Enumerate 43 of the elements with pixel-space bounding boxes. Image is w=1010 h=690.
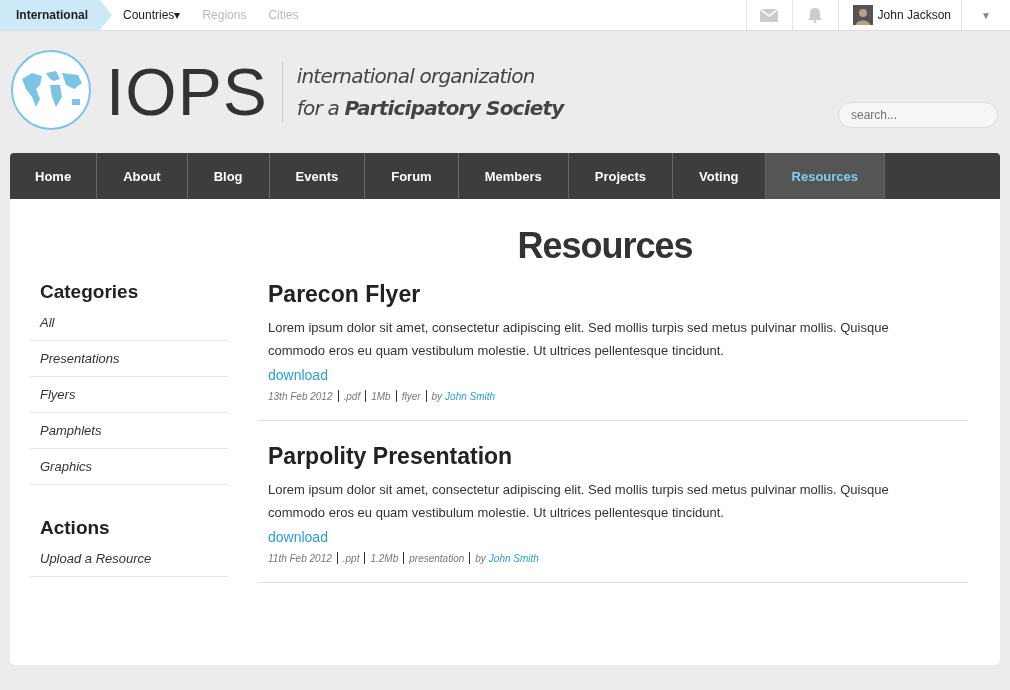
meta-text: 1Mb bbox=[371, 390, 391, 402]
resource-title: Parecon Flyer bbox=[268, 281, 422, 308]
globe-logo-icon bbox=[10, 49, 92, 131]
nav-tab[interactable]: Resources bbox=[765, 153, 885, 199]
dropdown-caret[interactable]: ▼ bbox=[961, 0, 1010, 30]
sidebar-heading: Actions bbox=[40, 517, 111, 539]
meta-text: by bbox=[475, 552, 486, 564]
resource-description: Lorem ipsum dolor sit amet, consectetur adipiscing elit. Sed mollis turpis sed metus pulvinar mollis. Quisque commodo eros eu quam vestibulum molestie. Ut ultrices pellentesque tincidunt. bbox=[268, 319, 890, 360]
scope-link[interactable]: Countries▾ bbox=[112, 0, 192, 30]
nav-tab[interactable]: Blog bbox=[187, 153, 270, 199]
page-title: Resources bbox=[516, 225, 694, 267]
sidebar-link[interactable]: Graphics bbox=[30, 459, 228, 485]
sidebar-link[interactable]: All bbox=[30, 315, 228, 341]
meta-text: by bbox=[431, 390, 443, 402]
nav-tab[interactable]: Events bbox=[269, 153, 366, 199]
meta-text: .pdf bbox=[343, 390, 361, 402]
scope-link[interactable]: International bbox=[0, 0, 112, 30]
nav-tab[interactable]: Projects bbox=[568, 153, 674, 199]
sidebar-link[interactable]: Presentations bbox=[30, 351, 228, 377]
nav-tab[interactable]: Members bbox=[458, 153, 569, 199]
avatar-icon bbox=[852, 5, 873, 25]
resource-title: Parpolity Presentation bbox=[268, 443, 514, 470]
meta-text: .ppt bbox=[342, 552, 360, 564]
sidebar-link[interactable]: Pamphlets bbox=[30, 423, 228, 449]
meta-text: flyer bbox=[401, 390, 421, 402]
logo-text: IOPS bbox=[106, 62, 283, 122]
sidebar-link[interactable]: Flyers bbox=[30, 387, 228, 413]
user-menu[interactable]: John Jackson bbox=[837, 0, 961, 30]
nav-tab[interactable]: Home bbox=[10, 153, 98, 199]
meta-text: presentation bbox=[409, 552, 465, 564]
meta-text: 11th Feb 2012 bbox=[268, 552, 332, 564]
sidebar-heading: Categories bbox=[40, 281, 140, 303]
tagline: international organization bbox=[296, 63, 536, 90]
nav-tab[interactable]: About bbox=[97, 153, 188, 199]
meta-text: 1.2Mb bbox=[370, 552, 399, 564]
sidebar-link[interactable]: Upload a Resource bbox=[30, 551, 228, 577]
nav-tab[interactable]: Voting bbox=[673, 153, 766, 199]
tagline: for a Participatory Society bbox=[296, 95, 564, 122]
meta-text: 13th Feb 2012 bbox=[268, 390, 333, 402]
resource-description: Lorem ipsum dolor sit amet, consectetur adipiscing elit. Sed mollis turpis sed metus pulvinar mollis. Quisque commodo eros eu quam vestibulum molestie. Ut ultrices pellentesque tincidunt. bbox=[268, 481, 890, 522]
nav-tab[interactable]: Forum bbox=[365, 153, 459, 199]
search-field[interactable]: search... bbox=[838, 102, 998, 128]
user-name: John Jackson bbox=[877, 8, 951, 22]
